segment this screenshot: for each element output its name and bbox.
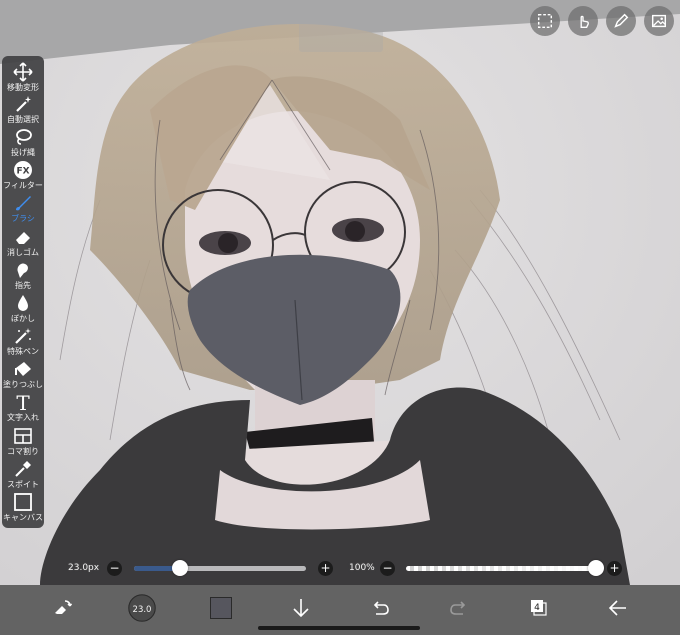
text-icon: T bbox=[16, 392, 30, 412]
tool-fill[interactable]: 塗りつぶし bbox=[2, 359, 44, 396]
undo-icon bbox=[373, 601, 389, 615]
gallery-button[interactable] bbox=[644, 6, 674, 36]
opacity-increase-button[interactable]: + bbox=[607, 561, 622, 576]
image-icon bbox=[651, 14, 667, 28]
save-down-button[interactable] bbox=[283, 590, 319, 626]
arrow-down-icon bbox=[293, 599, 309, 618]
arrow-left-icon bbox=[608, 600, 626, 616]
tool-label: 塗りつぶし bbox=[2, 380, 44, 389]
hand-touch-icon bbox=[580, 15, 589, 28]
tool-label: 特殊ペン bbox=[7, 347, 39, 356]
svg-text:4: 4 bbox=[534, 603, 540, 613]
tool-label: 指先 bbox=[15, 281, 31, 290]
tool-brush[interactable]: ブラシ bbox=[2, 193, 44, 230]
tool-label: 移動変形 bbox=[7, 83, 39, 92]
fx-icon: FX bbox=[14, 161, 32, 179]
redo-button[interactable] bbox=[441, 590, 477, 626]
gesture-button[interactable] bbox=[44, 590, 80, 626]
brush-size-label: 23.0px bbox=[68, 563, 100, 573]
undo-button[interactable] bbox=[362, 590, 398, 626]
selection-button[interactable] bbox=[530, 6, 560, 36]
top-hint-overlay bbox=[299, 20, 383, 52]
pencil-icon bbox=[614, 13, 629, 28]
drawing-canvas[interactable] bbox=[0, 0, 680, 635]
brush-icon bbox=[16, 196, 31, 211]
tool-label: スポイト bbox=[7, 480, 39, 489]
tool-label: ブラシ bbox=[11, 214, 35, 223]
tool-label: コマ割り bbox=[7, 447, 39, 456]
opacity-label: 100% bbox=[349, 563, 375, 573]
tool-label: キャンバス bbox=[3, 513, 43, 522]
eraser-icon bbox=[16, 232, 30, 244]
eyedropper-icon bbox=[15, 461, 31, 477]
tool-canvas[interactable]: キャンバス bbox=[2, 492, 44, 529]
tool-auto-select[interactable]: 自動選択 bbox=[2, 94, 44, 131]
opacity-slider-gradient bbox=[406, 566, 596, 571]
current-color-swatch bbox=[210, 597, 232, 619]
color-button[interactable] bbox=[203, 590, 239, 626]
layers-button[interactable]: 4 bbox=[520, 590, 556, 626]
tool-label: 自動選択 bbox=[7, 115, 39, 124]
brush-size-slider[interactable] bbox=[134, 566, 306, 571]
tool-filter[interactable]: FX フィルター bbox=[2, 160, 44, 197]
tool-text[interactable]: T 文字入れ bbox=[2, 392, 44, 429]
back-button[interactable] bbox=[600, 590, 636, 626]
touch-button[interactable] bbox=[568, 6, 598, 36]
tool-smudge[interactable]: 指先 bbox=[2, 260, 44, 297]
frame-divider-icon bbox=[14, 428, 32, 444]
move-icon bbox=[13, 62, 33, 82]
magic-wand-icon bbox=[16, 96, 31, 112]
lasso-icon bbox=[16, 129, 32, 145]
tool-frame-divider[interactable]: コマ割り bbox=[2, 426, 44, 463]
dashed-selection-icon bbox=[537, 13, 553, 29]
tool-label: ぼかし bbox=[11, 314, 35, 323]
svg-text:FX: FX bbox=[16, 167, 29, 177]
tool-blur[interactable]: ぼかし bbox=[2, 293, 44, 330]
svg-text:23.0: 23.0 bbox=[133, 605, 152, 615]
home-indicator bbox=[258, 626, 420, 630]
brush-size-preview-button[interactable]: 23.0 bbox=[124, 589, 160, 627]
tool-eraser[interactable]: 消しゴム bbox=[2, 227, 44, 264]
svg-text:T: T bbox=[16, 392, 30, 412]
blur-icon bbox=[18, 295, 28, 311]
tool-label: 文字入れ bbox=[7, 413, 39, 422]
canvas-icon bbox=[14, 493, 32, 511]
opacity-slider[interactable] bbox=[406, 566, 596, 571]
tool-eyedropper[interactable]: スポイト bbox=[2, 459, 44, 496]
opacity-decrease-button[interactable]: − bbox=[380, 561, 395, 576]
tool-special-pen[interactable]: 特殊ペン bbox=[2, 326, 44, 363]
layers-icon: 4 bbox=[531, 600, 547, 616]
special-pen-icon bbox=[15, 328, 31, 344]
tool-label: 消しゴム bbox=[7, 248, 39, 257]
tool-label: フィルター bbox=[3, 181, 43, 190]
fill-icon bbox=[15, 362, 31, 376]
opacity-slider-knob[interactable] bbox=[588, 560, 604, 576]
brush-size-decrease-button[interactable]: − bbox=[107, 561, 122, 576]
redo-icon bbox=[450, 601, 466, 615]
brush-size-circle-icon: 23.0 bbox=[128, 594, 156, 622]
tool-lasso[interactable]: 投げ縄 bbox=[2, 127, 44, 164]
brush-size-increase-button[interactable]: + bbox=[318, 561, 333, 576]
tool-label: 投げ縄 bbox=[11, 148, 35, 157]
tool-palette: 移動変形 自動選択 投げ縄 FX フィルター ブラシ 消しゴム 指先 ぼかし 特… bbox=[2, 56, 44, 528]
smudge-icon bbox=[17, 263, 28, 278]
pen-button[interactable] bbox=[606, 6, 636, 36]
eraser-swap-icon bbox=[55, 600, 73, 614]
